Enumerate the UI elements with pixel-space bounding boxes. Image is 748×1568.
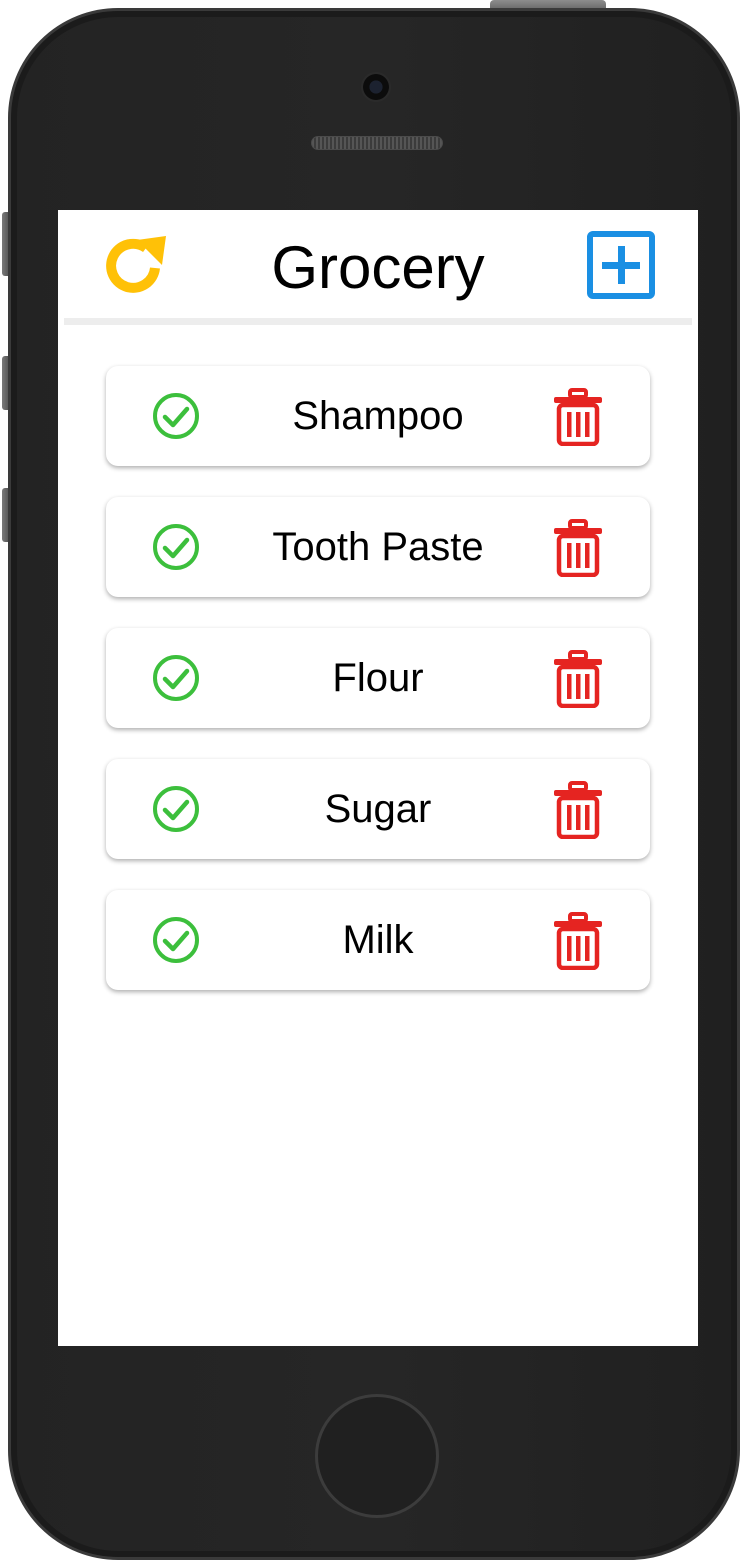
- check-circle-icon: [153, 393, 199, 439]
- home-button[interactable]: [315, 1394, 439, 1518]
- page-title: Grocery: [271, 234, 485, 301]
- trash-icon: [554, 388, 602, 446]
- trash-icon: [554, 650, 602, 708]
- item-label: Flour: [332, 656, 424, 700]
- earpiece-speaker: [311, 136, 443, 150]
- mark-done-button[interactable]: [152, 392, 200, 440]
- grocery-list: Shampoo Tooth Paste Flour Sugar Milk: [106, 366, 650, 1021]
- list-item: Milk: [106, 890, 650, 990]
- delete-button[interactable]: [552, 781, 604, 839]
- list-item: Shampoo: [106, 366, 650, 466]
- front-camera: [361, 72, 391, 102]
- check-circle-icon: [153, 655, 199, 701]
- add-item-button[interactable]: [586, 230, 656, 300]
- delete-button[interactable]: [552, 519, 604, 577]
- list-item: Tooth Paste: [106, 497, 650, 597]
- list-item: Flour: [106, 628, 650, 728]
- header-divider: [64, 318, 692, 325]
- delete-button[interactable]: [552, 650, 604, 708]
- app-screen: Grocery Shampoo Tooth Paste Flour Sugar …: [58, 210, 698, 1346]
- check-circle-icon: [153, 917, 199, 963]
- item-label: Milk: [342, 918, 414, 962]
- mark-done-button[interactable]: [152, 916, 200, 964]
- refresh-button[interactable]: [100, 230, 172, 302]
- app-header: Grocery: [58, 210, 698, 320]
- delete-button[interactable]: [552, 912, 604, 970]
- mark-done-button[interactable]: [152, 785, 200, 833]
- item-label: Tooth Paste: [272, 525, 484, 569]
- trash-icon: [554, 781, 602, 839]
- check-circle-icon: [153, 786, 199, 832]
- delete-button[interactable]: [552, 388, 604, 446]
- item-label: Shampoo: [292, 394, 464, 438]
- list-item: Sugar: [106, 759, 650, 859]
- mark-done-button[interactable]: [152, 654, 200, 702]
- trash-icon: [554, 519, 602, 577]
- device-mockup: Grocery Shampoo Tooth Paste Flour Sugar …: [0, 0, 748, 1568]
- check-circle-icon: [153, 524, 199, 570]
- refresh-icon: [106, 236, 166, 293]
- mark-done-button[interactable]: [152, 523, 200, 571]
- trash-icon: [554, 912, 602, 970]
- add-box-icon: [587, 231, 655, 299]
- item-label: Sugar: [324, 787, 432, 831]
